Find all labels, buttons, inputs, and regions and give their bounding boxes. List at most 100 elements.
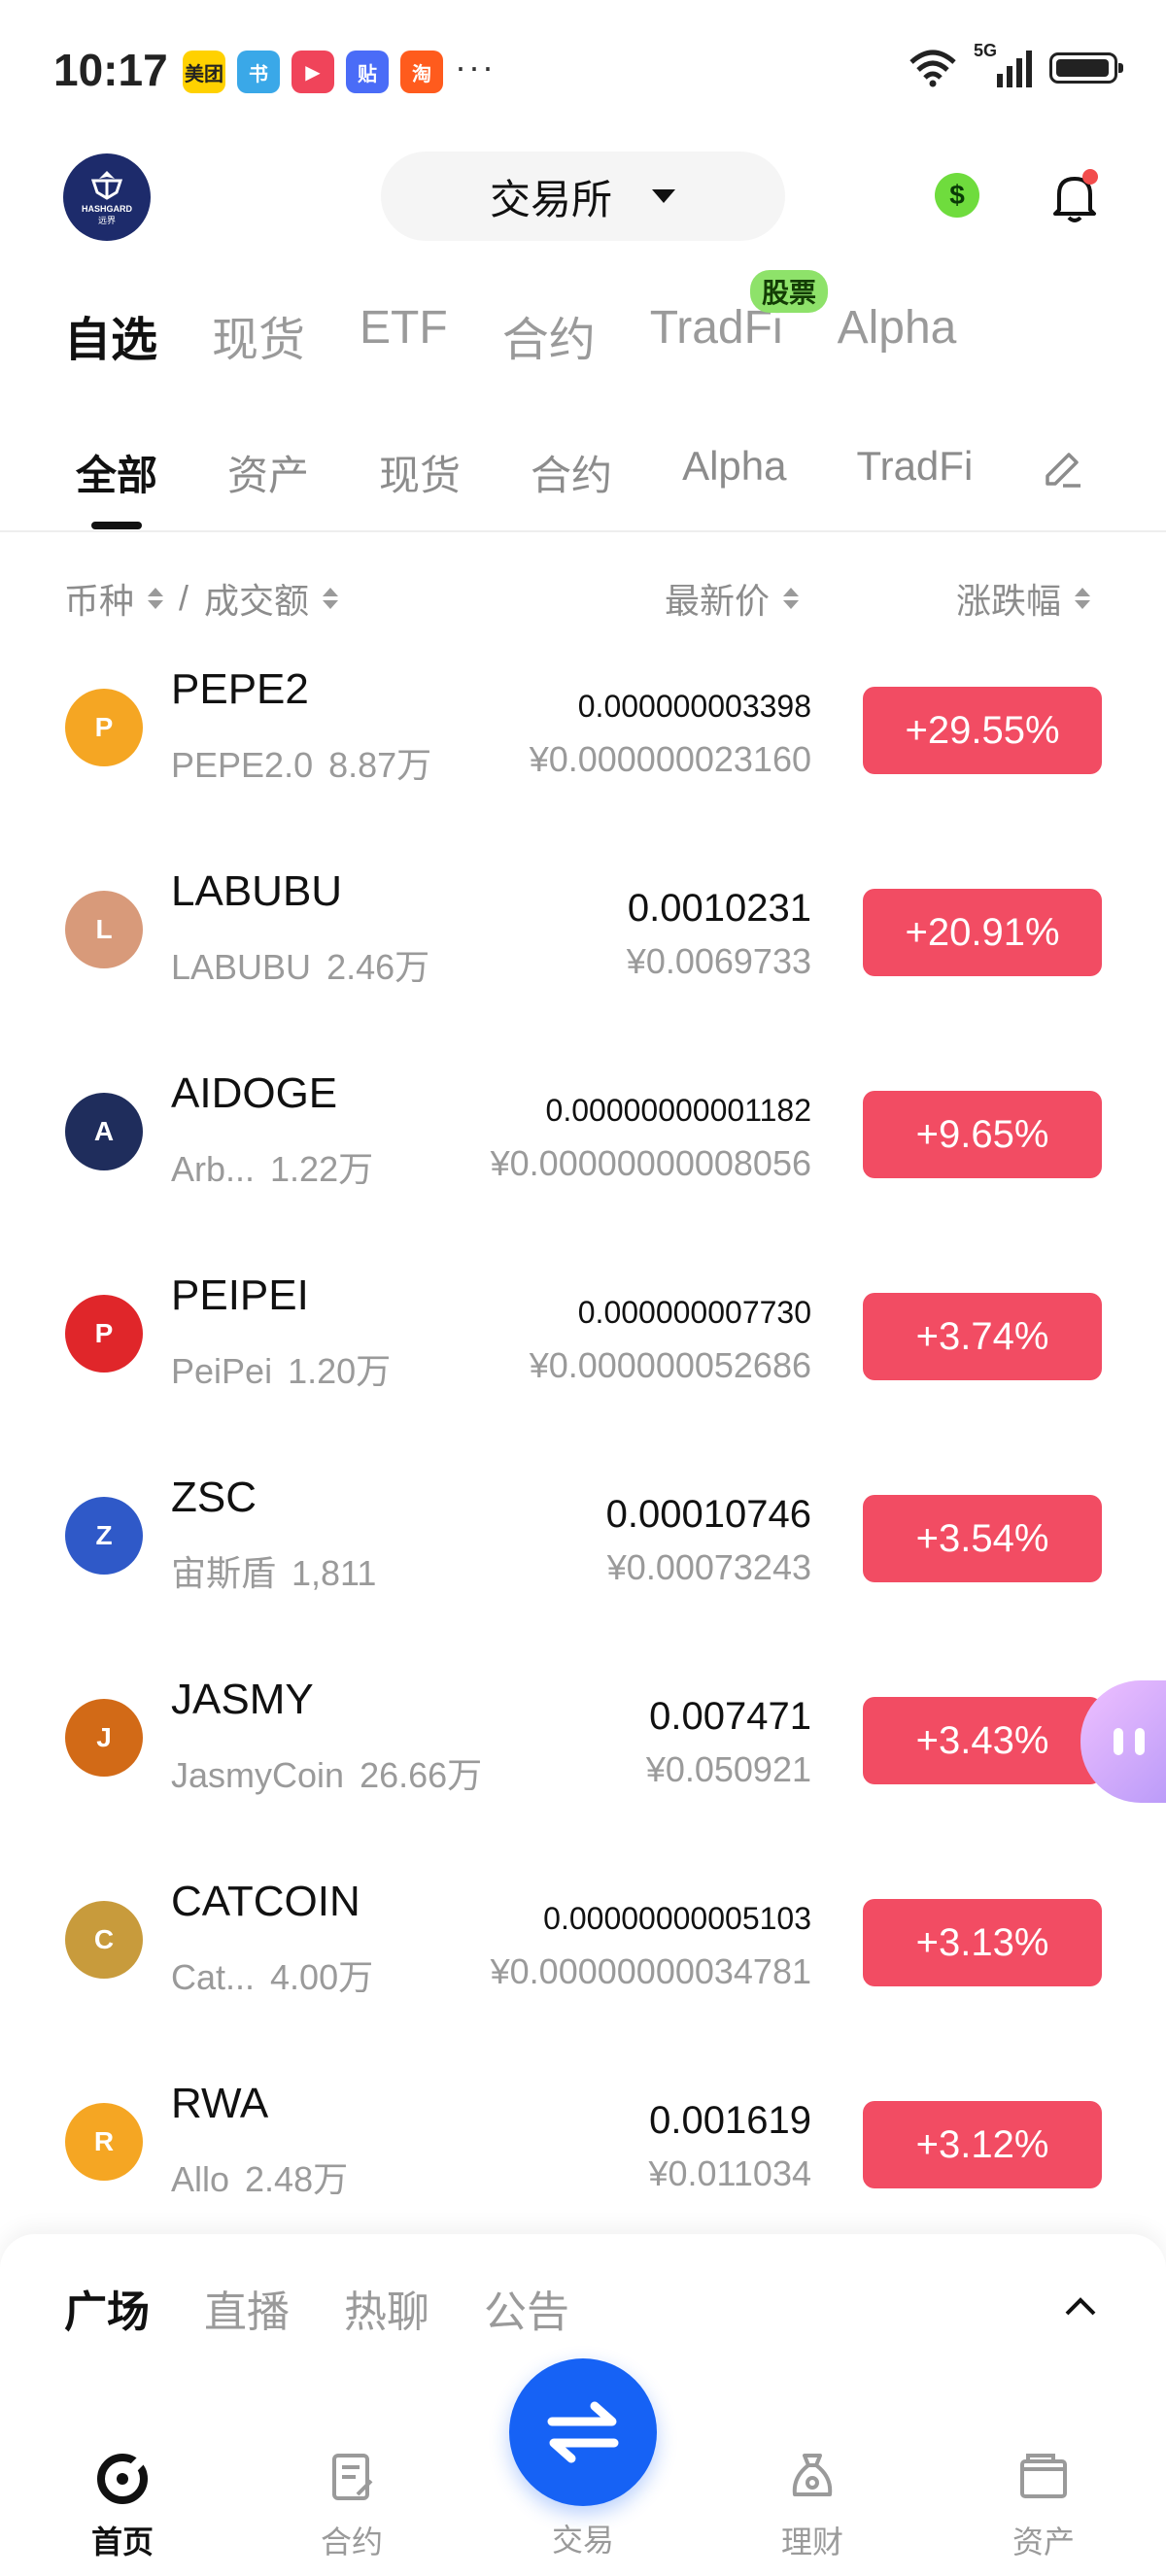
sort-icon: [323, 588, 339, 609]
user-avatar-logo[interactable]: HASHGARD 远界: [63, 153, 151, 241]
change-badge[interactable]: +3.54%: [863, 1495, 1102, 1582]
futures-icon: [332, 2454, 373, 2500]
price-cny: ¥0.00000000034781: [490, 1951, 811, 1991]
sub-tab[interactable]: 资产: [227, 443, 309, 502]
feed-tab[interactable]: 热聊: [344, 2277, 429, 2339]
hashgard-logo-icon: [90, 170, 123, 200]
coin-logo-icon: J: [65, 1699, 143, 1777]
market-row[interactable]: L LABUBU LABUBU 2.46万 0.0010231 ¥0.0069733 +20…: [0, 848, 1166, 1050]
coin-subtitle: LABUBU 2.46万: [171, 939, 429, 990]
trade-button[interactable]: [509, 2358, 657, 2506]
earn-icon: [792, 2454, 833, 2496]
dollar-coin-icon[interactable]: $: [935, 173, 979, 218]
coin-logo-icon: P: [65, 689, 143, 766]
active-subtab-indicator: [91, 522, 142, 529]
market-row[interactable]: C CATCOIN Cat... 4.00万 0.00000000005103 ¥0.00…: [0, 1858, 1166, 2060]
notification-app-icon: 美团: [183, 51, 225, 93]
coin-logo-icon: L: [65, 891, 143, 968]
market-row[interactable]: P PEIPEI PeiPei 1.20万 0.000000007730 ¥0.00000…: [0, 1252, 1166, 1454]
coin-subtitle: Allo 2.48万: [171, 2152, 348, 2202]
sub-tab[interactable]: 合约: [531, 443, 612, 502]
market-row[interactable]: A AIDOGE Arb... 1.22万 0.00000000001182 ¥0.000…: [0, 1050, 1166, 1252]
main-tab[interactable]: ETF: [360, 301, 448, 369]
signal-icon: 5G: [974, 41, 1032, 87]
notification-app-icon: 淘: [400, 51, 443, 93]
status-bar: 10:17 美团书 ▶ 贴淘 ··· 5G: [0, 0, 1166, 146]
main-tab[interactable]: 现货: [212, 301, 305, 369]
col-volume-label: 成交额: [204, 581, 310, 621]
price-cny: ¥0.050921: [645, 1749, 811, 1789]
feed-tab[interactable]: 公告: [484, 2277, 569, 2339]
notification-app-icon: 书: [237, 51, 280, 93]
change-badge[interactable]: +9.65%: [863, 1091, 1102, 1178]
coin-symbol: JASMY: [171, 1676, 314, 1723]
change-badge[interactable]: +20.91%: [863, 889, 1102, 976]
nav-home[interactable]: 首页: [54, 2448, 190, 2562]
last-price: 0.000000003398: [577, 689, 811, 724]
sub-tab[interactable]: 现货: [379, 443, 461, 502]
coin-subtitle: Cat... 4.00万: [171, 1949, 373, 2000]
market-row[interactable]: R RWA Allo 2.48万 0.001619 ¥0.011034 +3.12%: [0, 2060, 1166, 2262]
coin-volume: 1.22万: [270, 1149, 374, 1189]
feed-tab[interactable]: 广场: [64, 2277, 150, 2339]
sub-tab[interactable]: Alpha: [682, 443, 786, 502]
more-notifications-icon: ···: [455, 47, 496, 86]
swap-arrows-icon: [547, 2401, 619, 2463]
nav-futures-label: 合约: [320, 2525, 383, 2559]
feed-tab[interactable]: 直播: [204, 2277, 290, 2339]
column-header-coin-volume[interactable]: 币种 / 成交额: [64, 573, 339, 624]
last-price: 0.00000000005103: [543, 1901, 811, 1936]
nav-earn[interactable]: 理财: [744, 2448, 880, 2562]
coin-logo-icon: C: [65, 1901, 143, 1979]
sort-icon: [1075, 588, 1091, 609]
change-badge[interactable]: +3.12%: [863, 2101, 1102, 2188]
nav-trade-label: 交易: [551, 2523, 614, 2558]
chevron-up-icon[interactable]: [1063, 2294, 1098, 2318]
coin-name: Allo: [171, 2159, 230, 2199]
price-cny: ¥0.00000000008056: [490, 1143, 811, 1183]
notification-app-icon: 贴: [346, 51, 389, 93]
coin-volume: 2.48万: [245, 2159, 349, 2199]
column-header-last-price[interactable]: 最新价: [665, 573, 800, 624]
coin-volume: 4.00万: [270, 1957, 374, 1997]
nav-futures[interactable]: 合约: [284, 2448, 420, 2562]
assets-icon: [1020, 2454, 1067, 2498]
coin-volume: 1.20万: [288, 1351, 392, 1391]
col-price-label: 最新价: [665, 581, 771, 621]
sub-tab[interactable]: 全部: [76, 443, 157, 502]
exchange-switcher[interactable]: 交易所: [381, 152, 785, 241]
notification-bell-icon[interactable]: [1046, 167, 1104, 225]
main-tab[interactable]: Alpha: [838, 301, 957, 369]
coin-symbol: LABUBU: [171, 867, 343, 915]
coin-symbol: PEIPEI: [171, 1271, 309, 1319]
coin-volume: 26.66万: [360, 1755, 483, 1795]
market-row[interactable]: P PEPE2 PEPE2.0 8.87万 0.000000003398 ¥0.00000…: [0, 646, 1166, 848]
market-row[interactable]: J JASMY JasmyCoin 26.66万 0.007471 ¥0.050921 +3…: [0, 1656, 1166, 1858]
status-time: 10:17: [53, 45, 168, 95]
market-row[interactable]: Z ZSC 宙斯盾 1,811 0.00010746 ¥0.00073243 +3.54%: [0, 1454, 1166, 1656]
coin-logo-icon: P: [65, 1295, 143, 1373]
coin-name: JasmyCoin: [171, 1755, 345, 1795]
nav-earn-label: 理财: [780, 2525, 843, 2559]
coin-symbol: RWA: [171, 2080, 269, 2127]
nav-assets[interactable]: 资产: [976, 2448, 1112, 2562]
coin-name: PEPE2.0: [171, 745, 314, 785]
change-badge[interactable]: +3.13%: [863, 1899, 1102, 1986]
edit-icon[interactable]: [1040, 445, 1086, 491]
column-header-change[interactable]: 涨跌幅: [956, 573, 1091, 624]
coin-symbol: ZSC: [171, 1474, 257, 1521]
change-badge[interactable]: +29.55%: [863, 687, 1102, 774]
coin-symbol: PEPE2: [171, 665, 309, 713]
stock-badge: 股票: [750, 270, 829, 313]
exchange-label: 交易所: [489, 176, 612, 222]
coin-symbol: CATCOIN: [171, 1878, 360, 1925]
sub-tab[interactable]: TradFi: [856, 443, 973, 502]
main-tab[interactable]: 自选: [64, 301, 157, 369]
change-badge[interactable]: +3.74%: [863, 1293, 1102, 1380]
coin-subtitle: Arb... 1.22万: [171, 1141, 373, 1192]
main-tab[interactable]: 合约: [502, 301, 596, 369]
change-badge[interactable]: +3.43%: [863, 1697, 1102, 1784]
coin-logo-icon: A: [65, 1093, 143, 1170]
coin-volume: 2.46万: [326, 947, 430, 987]
last-price: 0.00000000001182: [545, 1093, 811, 1128]
